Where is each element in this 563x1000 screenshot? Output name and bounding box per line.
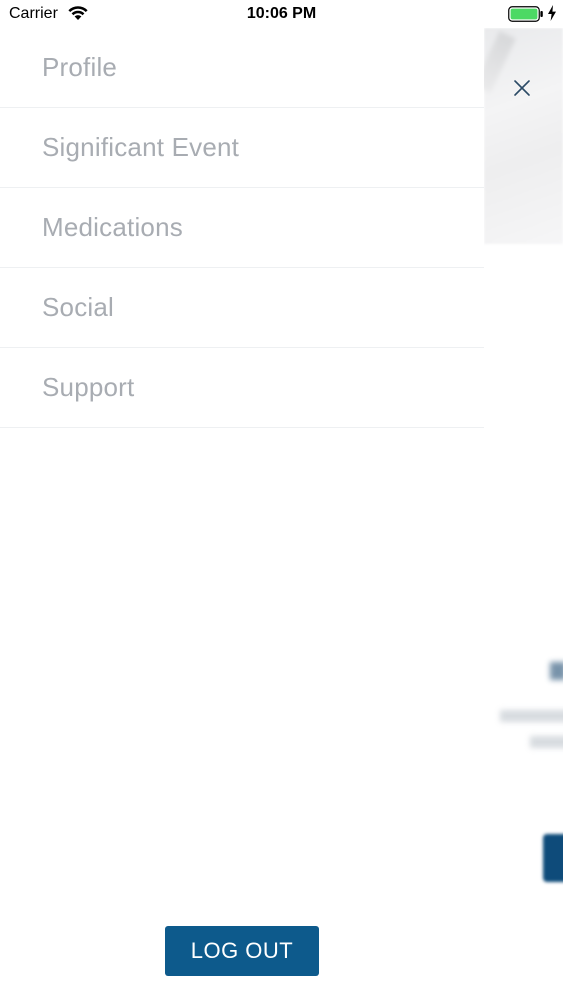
blurred-text-line xyxy=(530,736,563,748)
logout-button[interactable]: LOG OUT xyxy=(165,926,319,976)
menu-item-label: Support xyxy=(42,372,135,402)
side-menu: Profile Significant Event Medications So… xyxy=(0,28,484,1000)
menu-item-profile[interactable]: Profile xyxy=(0,28,484,108)
battery-icon xyxy=(508,6,543,22)
menu-item-social[interactable]: Social xyxy=(0,268,484,348)
blurred-heading xyxy=(550,662,563,680)
menu-item-label: Medications xyxy=(42,212,183,242)
main-screen-preview xyxy=(484,28,563,1000)
menu-item-label: Significant Event xyxy=(42,132,240,162)
menu-list: Profile Significant Event Medications So… xyxy=(0,28,484,428)
menu-item-significant-event[interactable]: Significant Event xyxy=(0,108,484,188)
blurred-text-line xyxy=(500,710,563,722)
blurred-action-button xyxy=(543,834,563,882)
menu-item-support[interactable]: Support xyxy=(0,348,484,428)
menu-item-medications[interactable]: Medications xyxy=(0,188,484,268)
charging-icon xyxy=(548,5,556,21)
status-time: 10:06 PM xyxy=(246,5,317,22)
hero-image xyxy=(484,28,563,244)
menu-item-label: Profile xyxy=(42,52,118,82)
close-icon[interactable] xyxy=(512,78,532,98)
status-bar: Carrier 10:06 PM xyxy=(0,0,563,28)
menu-item-label: Social xyxy=(42,292,115,322)
